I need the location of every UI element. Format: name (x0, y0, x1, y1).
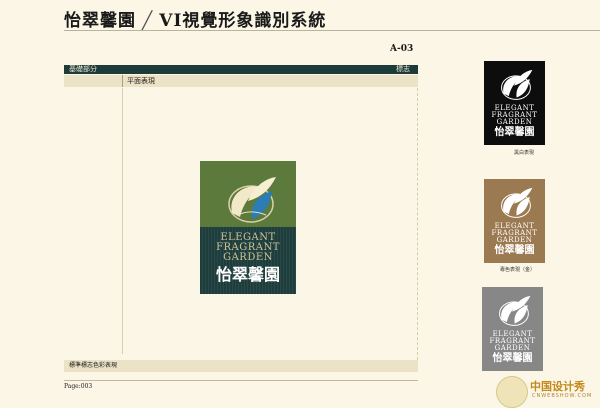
item-label: 標志 (396, 65, 410, 73)
document-title: 怡翠馨園 ╱ VI視覺形象識別系統 (64, 6, 326, 31)
row-header: 平面表現 (64, 75, 418, 87)
bw-caption: 黑白表現 (514, 150, 535, 156)
section-title: VI視覺形象識別系統 (159, 11, 327, 31)
leaf-emblem-icon (228, 177, 276, 223)
leaf-emblem-icon (501, 187, 533, 218)
watermark-name: 中国设计秀 (530, 380, 585, 393)
row-label: 平面表現 (122, 75, 155, 87)
leaf-emblem-icon (499, 295, 531, 326)
gold-caption: 專色表現（金） (500, 267, 536, 273)
gold-logo-variant: ELEGANT FRAGRANT GARDEN 怡翠馨園 (484, 179, 545, 263)
page-code: A-03 (390, 44, 414, 54)
column-divider (122, 88, 123, 354)
logo-chinese: 怡翠馨園 (215, 265, 280, 284)
footer-rule (64, 380, 418, 381)
brand-title: 怡翠馨園 (64, 11, 136, 31)
page-number: Page:003 (64, 383, 93, 390)
header-rule (64, 30, 600, 31)
watermark-logo-icon (496, 376, 528, 408)
title-divider: ╱ (142, 11, 154, 31)
gray-logo-variant: ELEGANT FRAGRANT GARDEN 怡翠馨園 (482, 287, 543, 371)
bottom-label-bar: 標準標志色彩表現 (64, 360, 418, 372)
bottom-label: 標準標志色彩表現 (69, 362, 118, 369)
standard-logo: ELEGANT FRAGRANT GARDEN 怡翠馨園 (200, 161, 296, 294)
bw-chinese: 怡翠馨園 (494, 127, 535, 138)
bw-logo-variant: ELEGANT FRAGRANT GARDEN 怡翠馨園 (484, 61, 545, 145)
bw-line3: GARDEN (496, 118, 533, 126)
gold-line3: GARDEN (496, 236, 533, 244)
category-bar: 基礎部分 標志 (64, 65, 418, 74)
gray-chinese: 怡翠馨園 (492, 353, 533, 364)
gray-line3: GARDEN (494, 344, 531, 352)
gold-chinese: 怡翠馨園 (494, 245, 535, 256)
watermark-domain: CNWEBSHOW.COM (532, 393, 593, 399)
watermark: 中国设计秀 CNWEBSHOW.COM (496, 376, 600, 408)
logo-line3: GARDEN (223, 252, 273, 263)
leaf-emblem-icon (501, 69, 533, 100)
category-label: 基礎部分 (69, 65, 97, 73)
